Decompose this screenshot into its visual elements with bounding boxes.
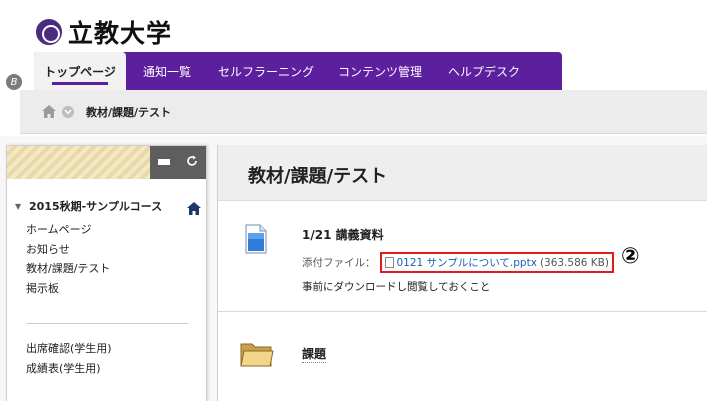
- sidebar-item-announcements[interactable]: お知らせ: [26, 240, 110, 260]
- main-nav: トップページ 通知一覧 セルフラーニング コンテンツ管理 ヘルプデスク: [34, 52, 562, 90]
- tab-helpdesk[interactable]: ヘルプデスク: [436, 52, 532, 90]
- content-item-lecture-material: 1/21 講義資料 添付ファイル： 0121 サンプルについて.pptx (36…: [218, 202, 707, 312]
- collapse-menu-icon[interactable]: [158, 156, 170, 170]
- attachment-label: 添付ファイル：: [302, 257, 376, 269]
- attachment-file-size: (363.586 KB): [539, 256, 609, 269]
- sidebar-tools: [150, 146, 206, 179]
- site-header: 立教大学 トップページ 通知一覧 セルフラーニング コンテンツ管理 ヘルプデスク…: [0, 0, 707, 90]
- content-title-bar: 教材/課題/テスト: [218, 145, 707, 201]
- lms-page: 立教大学 トップページ 通知一覧 セルフラーニング コンテンツ管理 ヘルプデスク…: [0, 0, 707, 401]
- sidebar-item-attendance[interactable]: 出席確認(学生用): [26, 339, 112, 359]
- sidebar-divider: [26, 323, 188, 324]
- content-item-assignment: 課題: [218, 313, 707, 401]
- course-menu-tools: 出席確認(学生用) 成績表(学生用): [26, 339, 112, 378]
- edit-mode-icon[interactable]: B: [6, 74, 22, 90]
- item-title[interactable]: 課題: [302, 345, 327, 363]
- tab-content-management[interactable]: コンテンツ管理: [324, 52, 436, 90]
- attachment-row: 添付ファイル： 0121 サンプルについて.pptx (363.586 KB): [302, 252, 614, 273]
- sidebar-item-materials[interactable]: 教材/課題/テスト: [26, 259, 110, 279]
- page-title: 教材/課題/テスト: [248, 166, 388, 187]
- document-icon: [245, 224, 267, 254]
- breadcrumb-current: 教材/課題/テスト: [86, 105, 172, 119]
- tab-self-learning[interactable]: セルフラーニング: [208, 52, 324, 90]
- item-description: 事前にダウンロードし閲覧しておくこと: [302, 281, 491, 293]
- university-logo[interactable]: 立教大学: [36, 14, 172, 50]
- folder-icon: [240, 340, 274, 368]
- tab-top-page[interactable]: トップページ: [34, 52, 126, 90]
- sidebar-item-discussion-board[interactable]: 掲示板: [26, 279, 110, 299]
- course-menu: ホームページ お知らせ 教材/課題/テスト 掲示板: [26, 220, 110, 298]
- tab-notifications[interactable]: 通知一覧: [126, 52, 208, 90]
- course-sidebar: ▼ 2015秋期-サンプルコース ホームページ お知らせ 教材/課題/テスト 掲…: [6, 145, 207, 401]
- content-area: 教材/課題/テスト 1/21 講義資料 添付ファイル： 0121 サンプルについ…: [217, 145, 707, 401]
- home-icon[interactable]: [42, 105, 56, 118]
- course-title-row[interactable]: ▼ 2015秋期-サンプルコース: [15, 198, 201, 215]
- logo-text: 立教大学: [68, 19, 173, 48]
- step-annotation: ②: [621, 244, 640, 269]
- course-home-icon[interactable]: [187, 200, 201, 215]
- attachment-file-name[interactable]: 0121 サンプルについて.pptx: [397, 255, 537, 270]
- chevron-down-icon[interactable]: [62, 105, 74, 118]
- university-seal-icon: [36, 19, 62, 45]
- sidebar-item-homepage[interactable]: ホームページ: [26, 220, 110, 240]
- breadcrumb: 教材/課題/テスト: [20, 90, 707, 134]
- item-title[interactable]: 1/21 講義資料: [302, 226, 384, 243]
- course-name[interactable]: 2015秋期-サンプルコース: [29, 198, 187, 214]
- expand-triangle-icon[interactable]: ▼: [15, 202, 27, 211]
- file-icon: [384, 257, 394, 268]
- sidebar-item-grades[interactable]: 成績表(学生用): [26, 359, 112, 379]
- sidebar-header: [7, 146, 206, 179]
- refresh-icon[interactable]: [186, 155, 198, 170]
- breadcrumb-bar: 教材/課題/テスト: [0, 90, 707, 136]
- attachment-link[interactable]: 0121 サンプルについて.pptx (363.586 KB): [379, 252, 614, 273]
